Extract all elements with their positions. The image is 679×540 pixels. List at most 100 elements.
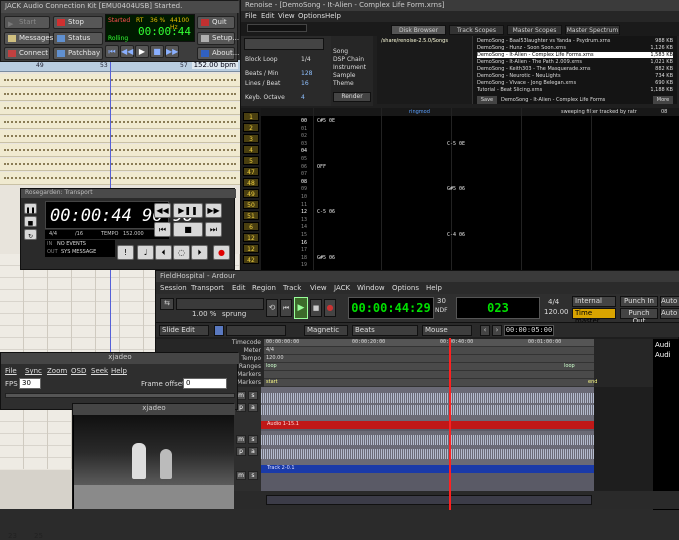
scrollbar-thumb[interactable] — [266, 495, 592, 505]
tab-disk-browser[interactable]: Disk Browser — [391, 25, 446, 35]
type-dsp-chain[interactable]: DSP Chain — [333, 56, 364, 63]
comment-icon[interactable]: ◌ — [173, 245, 190, 260]
menu-options[interactable]: Options — [298, 12, 325, 20]
audio-region[interactable] — [261, 387, 594, 421]
note-cell[interactable]: C#5 0E — [317, 118, 335, 124]
type-instrument[interactable]: Instrument — [333, 64, 366, 71]
stop-button[interactable]: ■ — [173, 222, 203, 237]
menu-sync[interactable]: Sync — [25, 367, 42, 375]
auto-play-button[interactable]: Auto Pl — [660, 296, 679, 307]
note-cell[interactable]: G#5 06 — [447, 186, 465, 192]
solo-button[interactable]: s — [248, 471, 258, 480]
solo-button[interactable]: s — [248, 435, 258, 444]
horizontal-scrollbar[interactable] — [156, 491, 679, 509]
type-theme[interactable]: Theme — [333, 80, 354, 87]
play-icon[interactable]: ▶ — [294, 297, 308, 319]
file-list-item[interactable]: DemoSong - Baal53laughter vs Yanda - Psy… — [477, 38, 673, 44]
snap-type-select[interactable]: Magnetic — [304, 325, 348, 336]
menu-osd[interactable]: OSD — [71, 367, 86, 375]
secondary-clock[interactable]: 023 |02|1849 — [456, 297, 540, 335]
setup-button[interactable]: Setup... — [197, 32, 239, 45]
menu-view[interactable]: View — [278, 12, 295, 20]
meter-ruler[interactable]: 4/4 — [264, 347, 594, 355]
midi-panic-icon[interactable]: ⇆ — [160, 298, 174, 310]
status-button[interactable]: Status — [53, 32, 103, 45]
menu-edit[interactable]: Edit — [261, 12, 275, 20]
menu-options[interactable]: Options — [392, 284, 419, 292]
menu-help[interactable]: Help — [426, 284, 442, 292]
auto-return-button[interactable]: Auto Ret — [660, 308, 679, 319]
backward-icon[interactable]: ◀◀ — [120, 45, 134, 58]
nudge-forward-icon[interactable]: › — [492, 325, 502, 336]
messages-button[interactable]: Messages — [4, 32, 53, 45]
pause-icon[interactable]: ■ — [150, 45, 164, 58]
sequence-slot[interactable]: 47 — [243, 167, 259, 176]
range-markers-ruler[interactable] — [264, 371, 594, 379]
sequence-slot[interactable]: 42 — [243, 255, 259, 264]
file-list-item[interactable]: Tutorial - Beat Slicing.xrns 1,188 KB — [477, 87, 673, 93]
sequence-slot[interactable]: 12 — [243, 244, 259, 253]
render-button[interactable]: Render — [333, 92, 371, 102]
type-song[interactable]: Song — [333, 48, 348, 55]
menu-track[interactable]: Track — [283, 284, 301, 292]
patchbay-button[interactable]: Patchbay — [53, 47, 103, 60]
segment-lane[interactable] — [0, 88, 240, 101]
sequence-slot[interactable]: 1 — [243, 112, 259, 121]
file-list-item[interactable]: DemoSong - It-Alien - Complex Life Forms… — [477, 52, 673, 58]
tempo-ruler[interactable]: 120.00 — [264, 355, 594, 363]
punch-icon[interactable]: ⏵ — [191, 245, 208, 260]
sequence-slot[interactable]: 3 — [243, 134, 259, 143]
file-list-item[interactable]: DemoSong - Hunz - Soon Soon.xrns 1,126 KB — [477, 45, 673, 51]
menu-help[interactable]: Help — [111, 367, 127, 375]
menu-file[interactable]: File — [5, 367, 17, 375]
folder-tree[interactable]: /share/renoise-2.5.0/Songs — [377, 36, 473, 104]
stop-icon[interactable]: ■ — [24, 216, 37, 227]
rewind-icon[interactable]: ⏮ — [105, 45, 119, 58]
segment-lane[interactable] — [0, 158, 240, 171]
tab-master-scopes[interactable]: Master Scopes — [507, 25, 562, 35]
tab-track-scopes[interactable]: Track Scopes — [449, 25, 504, 35]
sequence-slot[interactable]: 50 — [243, 200, 259, 209]
region-name-bar[interactable]: Track 2-0.1 — [261, 465, 594, 473]
forward-icon[interactable]: ▶▶ — [165, 45, 179, 58]
nudge-back-icon[interactable]: ‹ — [480, 325, 490, 336]
rewind-start-icon[interactable]: ⏮ — [154, 222, 171, 237]
metronome-icon[interactable]: ♩ — [137, 245, 154, 260]
note-cell[interactable]: C-5 06 — [317, 209, 335, 215]
skip-end-icon[interactable]: ⏭ — [205, 222, 222, 237]
connect-button[interactable]: Connect — [4, 47, 50, 60]
quit-button[interactable]: Quit — [197, 16, 235, 29]
solo-button[interactable]: s — [248, 391, 258, 400]
menu-edit[interactable]: Edit — [232, 284, 246, 292]
zoom-value[interactable]: 1.00 % — [192, 310, 216, 318]
nudge-clock[interactable]: 00:00:05:00 — [504, 325, 554, 336]
note-cell[interactable]: C-4 06 — [447, 232, 465, 238]
sequence-slot[interactable]: 48 — [243, 178, 259, 187]
pattern-editor[interactable]: ringmod sweeping filter tracked by ratr … — [261, 108, 679, 272]
sequence-slot[interactable]: 6 — [243, 222, 259, 231]
sequence-slot[interactable]: 4 — [243, 145, 259, 154]
loop-punch-ruler[interactable]: loop loop — [264, 363, 594, 371]
bpm-value[interactable]: 128 — [301, 70, 312, 77]
stop-button[interactable]: Stop — [53, 16, 103, 29]
editor-list-item[interactable]: Audi — [655, 351, 671, 359]
playlist-button[interactable]: p — [236, 447, 246, 456]
ardour-playhead[interactable] — [449, 338, 451, 510]
type-sample[interactable]: Sample — [333, 72, 356, 79]
segment-lane[interactable] — [0, 144, 240, 157]
file-list-item[interactable]: DemoSong - Vivace - Jong Belegan.xrns 690… — [477, 80, 673, 86]
sequence-slot[interactable]: 5 — [243, 156, 259, 165]
region-name-bar[interactable]: Audio 1-15.1 — [261, 421, 594, 429]
segment-lane[interactable] — [0, 172, 240, 185]
segment-lane[interactable] — [0, 102, 240, 115]
snap-point-select[interactable]: Mouse — [422, 325, 472, 336]
record-icon[interactable]: ● — [213, 245, 230, 260]
sequence-slot[interactable]: 49 — [243, 189, 259, 198]
segment-lane[interactable] — [0, 130, 240, 143]
file-list-item[interactable]: DemoSong - It-Alien - The Path 2.009.xrn… — [477, 59, 673, 65]
edit-mode-select[interactable]: Slide Edit — [159, 325, 209, 336]
play-icon[interactable]: ▶ — [135, 45, 149, 58]
audio-region[interactable] — [261, 431, 594, 465]
zoom-slider[interactable] — [176, 298, 264, 310]
more-button[interactable]: More — [653, 96, 673, 104]
